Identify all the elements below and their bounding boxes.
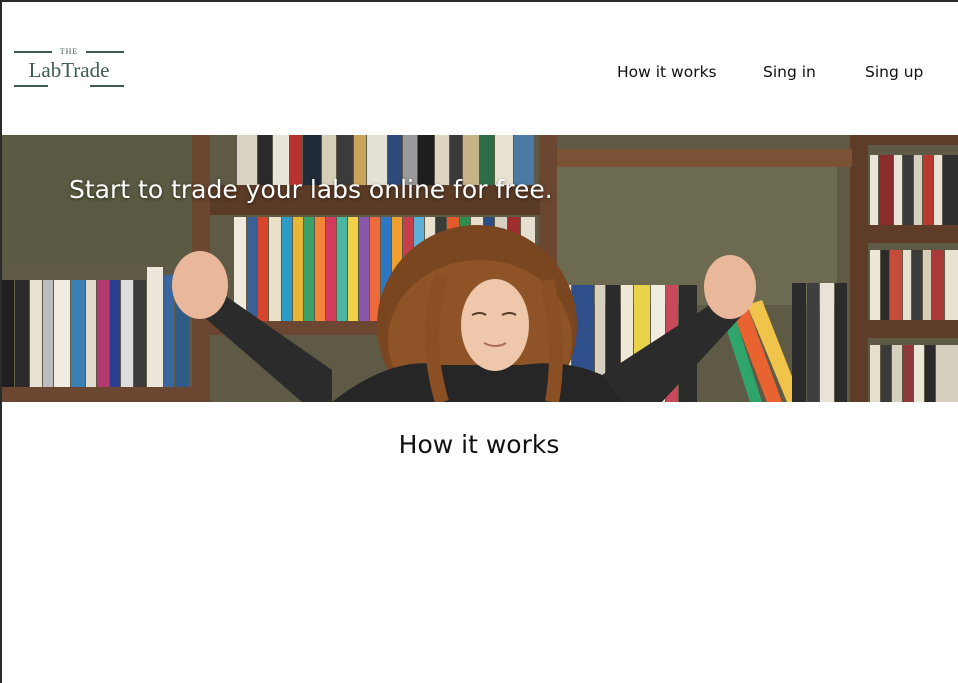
nav-sign-up-link[interactable]: Sing up — [865, 63, 923, 83]
hero-banner: Start to trade your labs online for free… — [2, 135, 958, 402]
window-top-border — [0, 0, 958, 2]
logo-name-text: LabTrade — [28, 58, 110, 82]
nav-sign-in-link[interactable]: Sing in — [763, 63, 816, 83]
logo[interactable]: THE LabTrade — [14, 44, 124, 88]
hero-headline: Start to trade your labs online for free… — [69, 175, 553, 204]
logo-the-text: THE — [59, 47, 79, 56]
logo-rule — [14, 85, 48, 87]
how-it-works-heading: How it works — [398, 430, 560, 459]
logo-rule — [90, 85, 124, 87]
nav-how-it-works-link[interactable]: How it works — [617, 63, 717, 83]
